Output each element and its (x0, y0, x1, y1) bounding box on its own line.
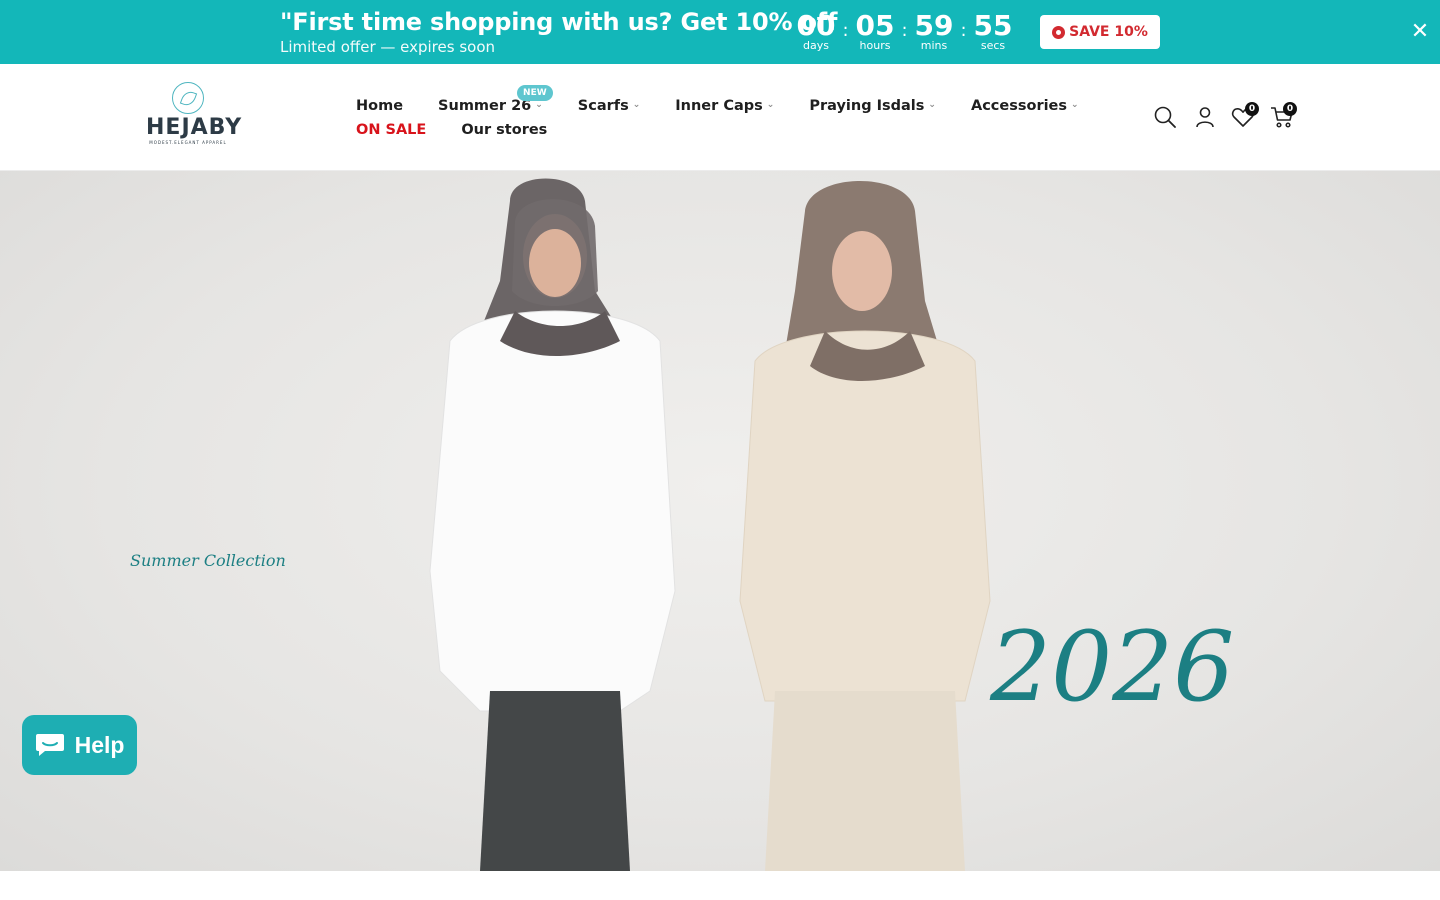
nav-item-label: Inner Caps (675, 98, 763, 114)
model-right-image (739, 181, 991, 871)
hero-title: Summer Collection (130, 551, 286, 570)
countdown-days-value: 00 (796, 9, 836, 42)
countdown-separator: : (901, 20, 908, 41)
logo[interactable]: HEJABY MODEST.ELEGANT APPAREL (146, 82, 243, 145)
nav-item-home[interactable]: Home (356, 98, 403, 114)
countdown-mins-value: 59 (914, 9, 954, 42)
hero-background (0, 171, 1440, 871)
nav-item-label: Summer 26 (438, 98, 532, 114)
search-icon[interactable] (1152, 104, 1178, 130)
save-10-button[interactable]: SAVE 10% (1040, 15, 1160, 49)
chevron-down-icon: ⌄ (1071, 100, 1079, 110)
countdown-hours: 05 hours (855, 10, 895, 52)
nav-item-label: Accessories (970, 98, 1068, 114)
countdown-days: 00 days (796, 10, 836, 52)
logo-tagline: MODEST.ELEGANT APPAREL (149, 140, 227, 145)
wishlist-count-badge: 0 (1245, 102, 1259, 116)
nav-item-praying-isdals[interactable]: Praying Isdals ⌄ (809, 98, 936, 114)
nav-item-on-sale[interactable]: ON SALE (356, 122, 426, 138)
help-chat-label: Help (74, 731, 125, 758)
main-nav: Home Summer 26 ⌄ NEW Scarfs ⌄ Inner Caps… (356, 85, 1096, 142)
nav-item-accessories[interactable]: Accessories ⌄ (971, 98, 1079, 114)
save-button-label: SAVE 10% (1069, 24, 1148, 40)
new-badge: NEW (517, 85, 553, 101)
countdown-secs-value: 55 (973, 9, 1013, 42)
nav-item-inner-caps[interactable]: Inner Caps ⌄ (675, 98, 774, 114)
discount-badge-icon (1052, 25, 1066, 39)
countdown-hours-value: 05 (855, 9, 895, 42)
countdown-timer: 00 days : 05 hours : 59 mins : 55 secs (796, 10, 1013, 52)
nav-item-scarfs[interactable]: Scarfs ⌄ (578, 98, 640, 114)
nav-item-our-stores[interactable]: Our stores (461, 122, 547, 138)
hero-banner[interactable]: Summer Collection 2026 (0, 171, 1440, 871)
chevron-down-icon: ⌄ (632, 100, 641, 110)
account-icon[interactable] (1192, 104, 1218, 130)
countdown-secs: 55 secs (973, 10, 1013, 52)
nav-row-2: ON SALE Our stores (356, 118, 1096, 142)
leaf-logo-icon (172, 82, 204, 114)
model-left-image (429, 178, 676, 871)
close-icon[interactable]: ✕ (1408, 20, 1432, 44)
countdown-separator: : (842, 20, 849, 41)
site-header: HEJABY MODEST.ELEGANT APPAREL Home Summe… (0, 64, 1440, 171)
nav-item-label: ON SALE (356, 122, 427, 138)
nav-item-label: Praying Isdals (809, 98, 925, 114)
help-chat-button[interactable]: Help (22, 715, 137, 775)
nav-item-label: Our stores (461, 122, 548, 138)
countdown-separator: : (960, 20, 967, 41)
hero-year: 2026 (990, 611, 1235, 723)
promo-text: "First time shopping with us? Get 10% of… (280, 6, 837, 56)
promo-title: "First time shopping with us? Get 10% of… (280, 8, 838, 36)
countdown-mins: 59 mins (914, 10, 954, 52)
nav-item-label: Home (356, 98, 404, 114)
nav-row-1: Home Summer 26 ⌄ NEW Scarfs ⌄ Inner Caps… (356, 85, 1096, 118)
chat-bubble-icon (35, 734, 64, 756)
page-content-start (0, 871, 1440, 900)
promo-subtitle: Limited offer — expires soon (280, 38, 496, 56)
chevron-down-icon: ⌄ (928, 100, 936, 110)
nav-item-summer-26[interactable]: Summer 26 ⌄ NEW (438, 85, 553, 114)
logo-wordmark: HEJABY (146, 115, 243, 140)
nav-item-label: Scarfs (577, 98, 629, 114)
countdown-hours-label: hours (859, 39, 891, 52)
header-icons: 0 0 (1152, 102, 1302, 134)
chevron-down-icon: ⌄ (766, 100, 775, 110)
chevron-down-icon: ⌄ (535, 100, 543, 110)
cart-count-badge: 0 (1283, 102, 1297, 116)
promo-bar: "First time shopping with us? Get 10% of… (0, 0, 1440, 64)
